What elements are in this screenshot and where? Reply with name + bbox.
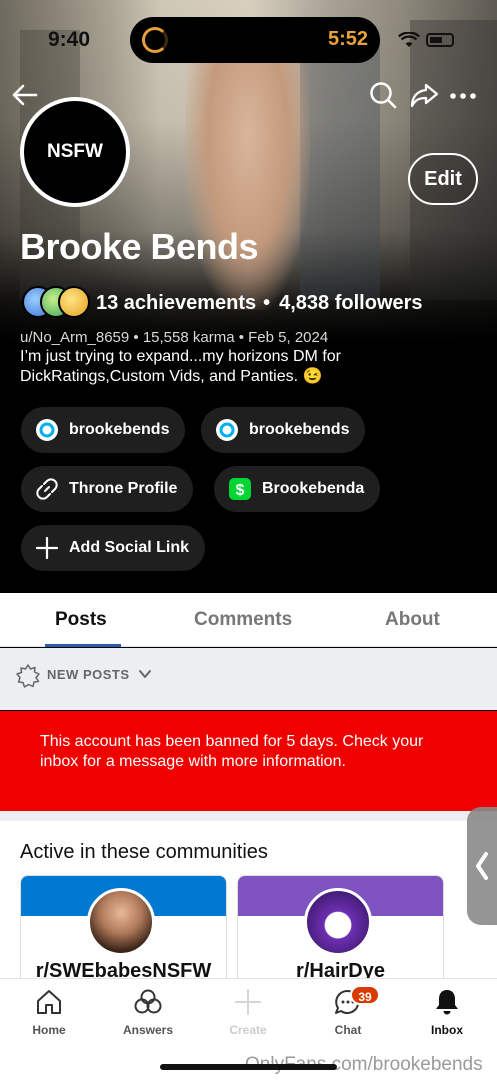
sort-bar: NEW POSTS xyxy=(0,648,497,710)
plus-icon xyxy=(35,536,59,560)
stat-separator: • xyxy=(263,291,271,314)
display-name: Brooke Bends xyxy=(20,226,259,267)
edit-profile-button[interactable]: Edit xyxy=(408,153,478,205)
social-link-onlyfans[interactable]: brookebends xyxy=(21,407,186,453)
status-icons xyxy=(398,32,454,48)
search-button[interactable] xyxy=(368,80,398,110)
nav-home[interactable]: Home xyxy=(9,987,89,1037)
nav-label: Inbox xyxy=(431,1023,463,1037)
plus-icon xyxy=(235,989,261,1015)
status-bar: 9:40 5:52 xyxy=(0,0,497,80)
sort-dropdown[interactable]: NEW POSTS xyxy=(47,667,130,682)
chevron-down-icon[interactable] xyxy=(138,667,152,681)
onlyfans-icon xyxy=(35,418,59,442)
achievements-row[interactable]: 13 achievements • 4,838 followers xyxy=(22,286,423,320)
avatar-text: NSFW xyxy=(47,141,103,162)
achievement-badges xyxy=(22,286,94,320)
profile-meta: u/No_Arm_8659 • 15,558 karma • Feb 5, 20… xyxy=(20,329,329,346)
more-icon xyxy=(450,93,476,99)
new-sparkle-icon xyxy=(16,664,40,688)
community-avatar xyxy=(87,888,155,956)
nav-create[interactable]: Create xyxy=(208,987,288,1037)
profile-tabs: Posts Comments About xyxy=(0,593,497,647)
social-link-label: Throne Profile xyxy=(69,480,178,497)
nav-label: Chat xyxy=(334,1023,362,1037)
link-icon xyxy=(35,477,59,501)
share-icon xyxy=(410,83,439,108)
chat-unread-badge: 39 xyxy=(350,985,380,1005)
social-link-cashapp[interactable]: $ Brookebenda xyxy=(214,466,381,512)
social-link-label: Brookebenda xyxy=(262,480,365,497)
nav-inbox[interactable]: Inbox xyxy=(407,987,487,1037)
communities-section: Active in these communities r/SWEbabesNS… xyxy=(0,811,497,995)
timer-ring-icon xyxy=(142,27,168,53)
nav-chat[interactable]: 39 Chat xyxy=(308,985,388,1037)
achievements-count: 13 achievements xyxy=(96,291,257,314)
arrow-left-icon xyxy=(12,84,38,106)
active-tab-indicator xyxy=(45,644,121,647)
status-time: 9:40 xyxy=(48,28,91,51)
tab-comments[interactable]: Comments xyxy=(194,609,292,631)
dynamic-island: 5:52 xyxy=(130,17,380,63)
answers-icon xyxy=(134,989,162,1014)
social-link-throne[interactable]: Throne Profile xyxy=(21,466,194,512)
tab-posts[interactable]: Posts xyxy=(55,609,107,631)
search-icon xyxy=(370,82,397,109)
ban-notice: This account has been banned for 5 days.… xyxy=(0,711,497,811)
home-indicator[interactable] xyxy=(160,1064,337,1070)
cashapp-icon: $ xyxy=(228,477,252,501)
ban-notice-text: This account has been banned for 5 days.… xyxy=(40,733,424,770)
more-button[interactable] xyxy=(448,80,478,110)
nav-answers[interactable]: Answers xyxy=(108,987,188,1037)
svg-text:$: $ xyxy=(236,482,245,499)
wifi-icon xyxy=(398,32,420,47)
social-link-label: brookebends xyxy=(249,421,350,438)
tab-about[interactable]: About xyxy=(385,609,440,631)
onlyfans-icon xyxy=(215,418,239,442)
nav-label: Answers xyxy=(122,1023,174,1037)
social-link-label: Add Social Link xyxy=(69,539,190,556)
achievement-badge-icon xyxy=(58,286,90,318)
community-card[interactable]: r/HairDye xyxy=(237,875,444,995)
community-card[interactable]: r/SWEbabesNSFW xyxy=(20,875,227,995)
communities-title: Active in these communities xyxy=(20,841,268,863)
social-link-onlyfans[interactable]: brookebends xyxy=(201,407,366,453)
home-icon xyxy=(37,990,61,1014)
add-social-link-button[interactable]: Add Social Link xyxy=(21,525,206,571)
side-panel-handle[interactable] xyxy=(467,807,497,925)
followers-count[interactable]: 4,838 followers xyxy=(279,292,422,315)
share-button[interactable] xyxy=(409,80,439,110)
back-button[interactable] xyxy=(10,80,40,110)
avatar[interactable]: NSFW xyxy=(20,97,130,207)
battery-icon xyxy=(426,33,454,47)
island-timer: 5:52 xyxy=(327,28,368,50)
social-link-label: brookebends xyxy=(69,421,170,438)
nav-label: Create xyxy=(229,1023,267,1037)
chevron-left-icon xyxy=(476,852,488,880)
nav-label: Home xyxy=(32,1023,66,1037)
community-avatar xyxy=(304,888,372,956)
bell-icon xyxy=(436,990,458,1015)
profile-bio: I’m just trying to expand...my horizons … xyxy=(20,348,341,385)
